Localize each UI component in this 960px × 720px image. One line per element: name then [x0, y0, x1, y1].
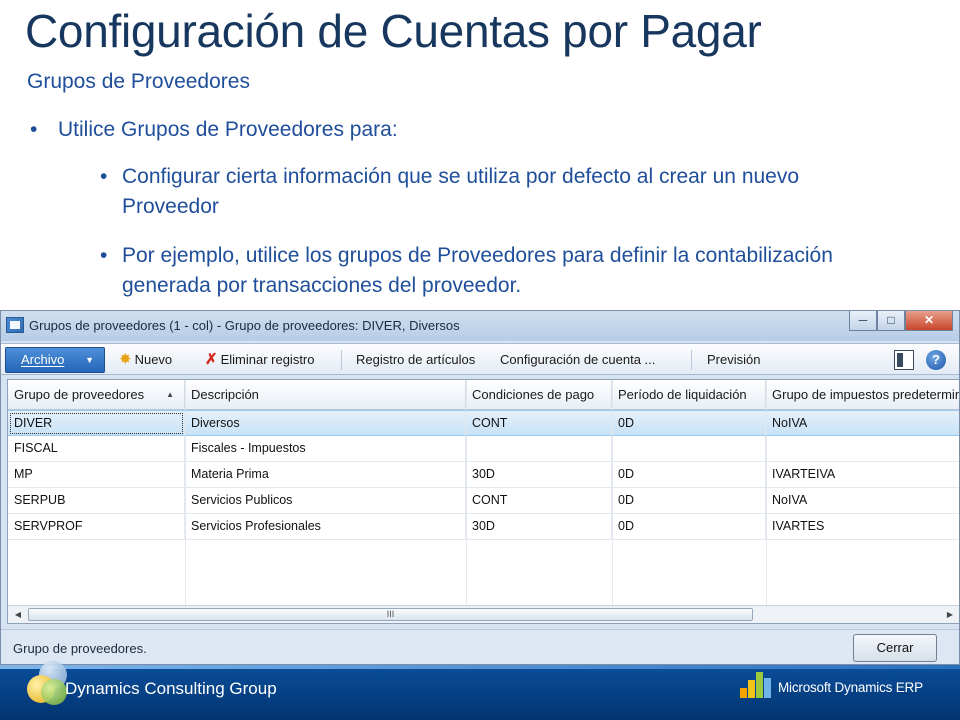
- registro-articulos-button[interactable]: Registro de artículos: [356, 349, 475, 371]
- footer-company-name: Dynamics Consulting Group: [65, 679, 277, 698]
- chevron-down-icon: ▼: [85, 355, 94, 365]
- cell-condiciones[interactable]: 30D: [466, 514, 612, 539]
- cell-descripcion[interactable]: Fiscales - Impuestos: [185, 436, 466, 461]
- window-title: Grupos de proveedores (1 - col) - Grupo …: [29, 318, 460, 333]
- cell-condiciones[interactable]: 30D: [466, 462, 612, 487]
- slide-subtitle: Grupos de Proveedores: [27, 70, 250, 93]
- cell-descripcion[interactable]: Diversos: [185, 411, 466, 436]
- bullet-glyph: •: [30, 118, 38, 141]
- col-header-label: Grupo de proveedores: [14, 387, 145, 402]
- nuevo-label: Nuevo: [134, 352, 173, 367]
- cell-descripcion[interactable]: Materia Prima: [185, 462, 466, 487]
- prevision-button[interactable]: Previsión: [707, 349, 760, 371]
- cell-descripcion[interactable]: Servicios Profesionales: [185, 514, 466, 539]
- toolbar: Archivo ▼ ✸ Nuevo ✗ Eliminar registro Regi…: [1, 343, 959, 375]
- archivo-label: Archivo: [21, 352, 65, 367]
- col-header-impuestos[interactable]: Grupo de impuestos predeterminado: [766, 380, 959, 410]
- archivo-menu-button[interactable]: Archivo ▼: [5, 347, 105, 373]
- close-window-button[interactable]: ✕: [905, 311, 953, 331]
- cell-grupo[interactable]: SERVPROF: [8, 514, 185, 539]
- slide-title: Configuración de Cuentas por Pagar: [25, 5, 762, 57]
- scroll-left-icon[interactable]: ◀: [10, 607, 26, 622]
- footer-brand: Microsoft Dynamics ERP: [778, 680, 923, 695]
- microsoft-dynamics-logo-icon: [740, 670, 775, 698]
- cell-periodo[interactable]: 0D: [612, 514, 766, 539]
- status-text: Grupo de proveedores.: [13, 641, 147, 656]
- scroll-right-icon[interactable]: ▶: [942, 607, 958, 622]
- cell-impuestos[interactable]: NoIVA: [766, 488, 959, 513]
- eliminar-label: Eliminar registro: [220, 352, 315, 367]
- window-titlebar[interactable]: Grupos de proveedores (1 - col) - Grupo …: [1, 311, 959, 341]
- scroll-thumb[interactable]: III: [28, 608, 753, 621]
- cell-periodo[interactable]: 0D: [612, 411, 766, 436]
- table-row[interactable]: FISCAL Fiscales - Impuestos: [8, 436, 959, 462]
- cell-periodo[interactable]: 0D: [612, 462, 766, 487]
- col-header-descripcion[interactable]: Descripción: [185, 380, 466, 410]
- bullet-main-text: Utilice Grupos de Proveedores para:: [58, 118, 398, 141]
- vendor-groups-grid: Grupo de proveedores ▲ Descripción Condi…: [7, 379, 959, 624]
- toolbar-separator: [691, 350, 692, 370]
- cell-grupo[interactable]: FISCAL: [8, 436, 185, 461]
- table-row[interactable]: SERVPROF Servicios Profesionales 30D 0D …: [8, 514, 959, 540]
- delete-x-icon: ✗: [205, 351, 218, 368]
- bullet-sub-1-text: Configurar cierta información que se uti…: [122, 165, 800, 218]
- cell-impuestos[interactable]: IVARTES: [766, 514, 959, 539]
- horizontal-scrollbar[interactable]: ◀ III ▶: [8, 605, 959, 623]
- col-header-condiciones[interactable]: Condiciones de pago: [466, 380, 612, 410]
- cell-descripcion[interactable]: Servicios Publicos: [185, 488, 466, 513]
- app-icon: [6, 317, 24, 333]
- cell-grupo[interactable]: MP: [8, 462, 185, 487]
- eliminar-registro-button[interactable]: ✗ Eliminar registro: [205, 349, 315, 371]
- new-sun-icon: ✸: [119, 351, 132, 368]
- configuracion-cuenta-button[interactable]: Configuración de cuenta ...: [500, 349, 655, 371]
- sort-ascending-icon: ▲: [166, 390, 174, 399]
- minimize-button[interactable]: ─: [849, 311, 877, 331]
- cerrar-button[interactable]: Cerrar: [853, 634, 937, 662]
- scroll-grip: III: [386, 609, 395, 619]
- cell-impuestos[interactable]: [766, 436, 959, 461]
- footer-band: [0, 665, 960, 669]
- grid-header: Grupo de proveedores ▲ Descripción Condi…: [8, 380, 959, 410]
- table-row[interactable]: DIVER Diversos CONT 0D NoIVA: [8, 410, 959, 436]
- help-icon[interactable]: ?: [926, 350, 946, 370]
- cell-impuestos[interactable]: NoIVA: [766, 411, 959, 436]
- cell-condiciones[interactable]: [466, 436, 612, 461]
- cell-condiciones[interactable]: CONT: [466, 411, 612, 436]
- cell-grupo[interactable]: DIVER: [8, 411, 185, 436]
- nuevo-button[interactable]: ✸ Nuevo: [119, 349, 172, 371]
- col-header-grupo[interactable]: Grupo de proveedores ▲: [8, 380, 185, 410]
- bullet-sub-1: • Configurar cierta información que se u…: [100, 162, 890, 222]
- window-controls: ─ □ ✕: [849, 311, 953, 333]
- cell-grupo[interactable]: SERPUB: [8, 488, 185, 513]
- bullet-sub-2: • Por ejemplo, utilice los grupos de Pro…: [100, 241, 890, 301]
- bullet-sub-2-text: Por ejemplo, utilice los grupos de Prove…: [122, 244, 833, 297]
- status-bar: Grupo de proveedores. Cerrar: [1, 629, 959, 664]
- bullet-glyph: •: [100, 165, 108, 188]
- bullet-glyph: •: [100, 244, 108, 267]
- cell-impuestos[interactable]: IVARTEIVA: [766, 462, 959, 487]
- layout-icon[interactable]: [894, 350, 914, 370]
- cell-periodo[interactable]: 0D: [612, 488, 766, 513]
- toolbar-separator: [341, 350, 342, 370]
- maximize-button[interactable]: □: [877, 311, 905, 331]
- cell-periodo[interactable]: [612, 436, 766, 461]
- col-header-periodo[interactable]: Período de liquidación: [612, 380, 766, 410]
- table-row[interactable]: MP Materia Prima 30D 0D IVARTEIVA: [8, 462, 959, 488]
- slide-footer: Dynamics Consulting Group Microsoft Dyna…: [0, 661, 960, 720]
- table-row[interactable]: SERPUB Servicios Publicos CONT 0D NoIVA: [8, 488, 959, 514]
- cell-condiciones[interactable]: CONT: [466, 488, 612, 513]
- app-window: Grupos de proveedores (1 - col) - Grupo …: [0, 310, 960, 665]
